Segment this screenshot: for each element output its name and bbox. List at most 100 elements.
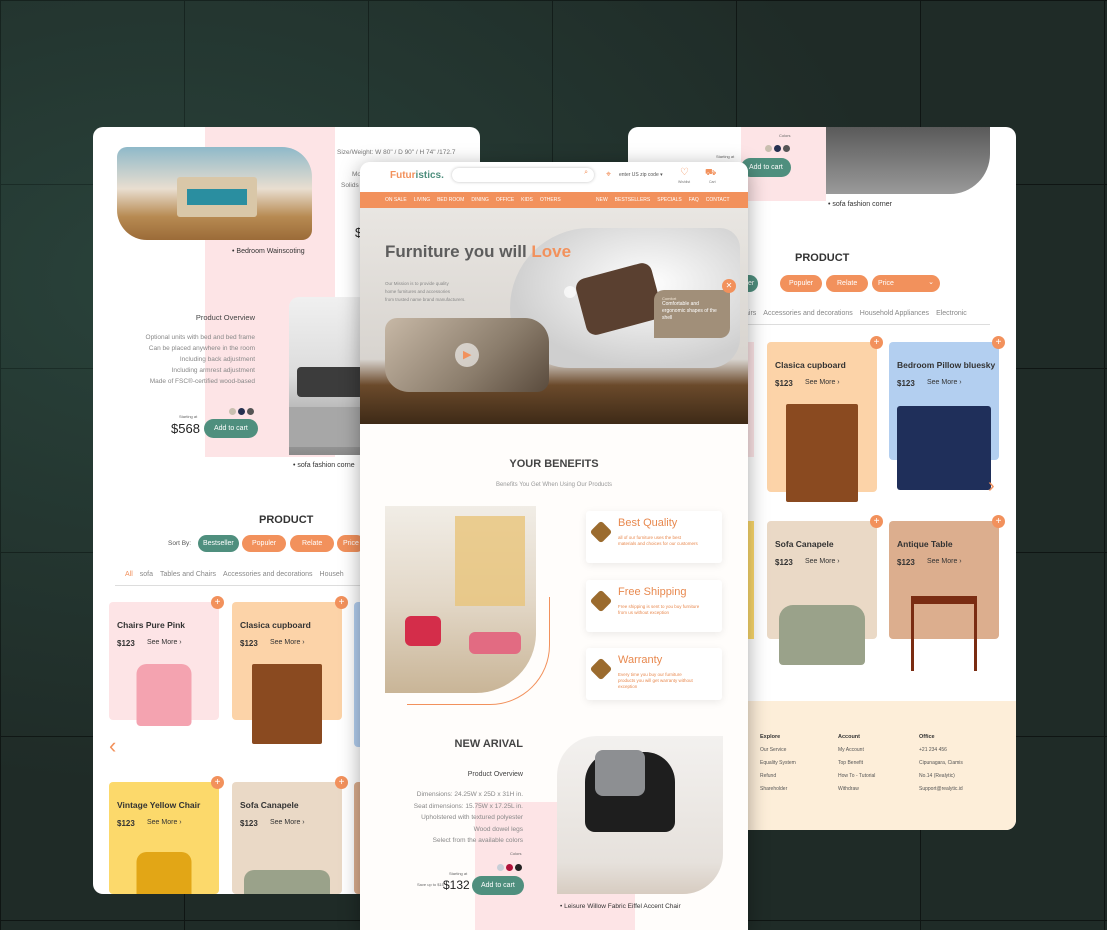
product-card[interactable]: + Bedroom Pillow bluesky $123 See More › xyxy=(889,336,1005,490)
nav-others[interactable]: OTHERS xyxy=(540,197,561,203)
tab-tables[interactable]: Tables and Chairs xyxy=(160,571,216,578)
nav-bar: ON SALE LIVING BED ROOM DINING OFFICE KIDS OTH… xyxy=(360,192,748,208)
nav-on-sale[interactable]: ON SALE xyxy=(385,197,407,203)
play-icon: ▶ xyxy=(463,349,472,361)
nav-dining[interactable]: DINING xyxy=(471,197,489,203)
tab-electronic[interactable]: Electronic xyxy=(936,310,967,317)
spec-text: Size/Weight: W 80" / D 90" / H 74" /172.… xyxy=(337,149,456,156)
antique-table-image xyxy=(911,596,977,671)
add-icon[interactable]: + xyxy=(211,776,224,789)
product-card[interactable]: + Clasica cupboard $123 See More › xyxy=(232,596,348,744)
wishlist-label: Wishlist xyxy=(678,180,691,184)
benefits-subtitle: Benefits You Get When Using Our Products xyxy=(495,482,613,488)
color-swatches[interactable] xyxy=(765,139,792,157)
nav-contact[interactable]: CONTACT xyxy=(706,197,730,203)
tab-accessories[interactable]: Accessories and decorations xyxy=(223,571,313,578)
nav-bedroom[interactable]: BED ROOM xyxy=(437,197,464,203)
cupboard-image xyxy=(786,404,858,502)
product-card[interactable]: + Clasica cupboard $123 See More › xyxy=(767,336,883,502)
add-icon[interactable]: + xyxy=(335,776,348,789)
benefit-free-shipping: Free Shipping Free shipping is sent to yo… xyxy=(586,580,722,632)
color-swatches[interactable] xyxy=(497,858,524,876)
benefit-best-quality: Best Quality all of our furniture uses th… xyxy=(586,511,722,563)
search-input[interactable]: ⌕ xyxy=(452,168,594,182)
prev-arrow[interactable]: ‹ xyxy=(109,733,116,759)
starting-at: Starting at xyxy=(449,871,468,876)
hero-description: Our Mission is to provide quality home fu… xyxy=(385,281,466,302)
sort-by-label: Sort By: xyxy=(168,540,192,547)
colors-label: Colors xyxy=(510,851,522,856)
color-swatches[interactable] xyxy=(229,402,256,420)
sofa-canapele-image xyxy=(244,870,330,894)
nav-living[interactable]: LIVING xyxy=(414,197,430,203)
add-icon[interactable]: + xyxy=(211,596,224,609)
nav-new[interactable]: NEW xyxy=(596,197,608,203)
pink-chair-image xyxy=(136,664,192,726)
tab-sofa[interactable]: sofa xyxy=(140,571,153,578)
overview-lines: Optional units with bed and bed frame Can… xyxy=(145,334,255,385)
sofa-corner-image xyxy=(826,127,990,194)
sofa-image xyxy=(289,297,369,455)
nav-kids[interactable]: KIDS xyxy=(521,197,533,203)
starting-at: Starting at xyxy=(716,154,735,159)
price: $132 xyxy=(443,878,470,892)
hero: Furniture you will Love Our Mission is t… xyxy=(360,208,748,424)
sort-relate[interactable]: Relate xyxy=(826,275,869,292)
search-icon[interactable]: ⌕ xyxy=(584,169,588,177)
product-title: PRODUCT xyxy=(795,252,850,264)
tab-accessories[interactable]: Accessories and decorations xyxy=(763,310,853,317)
video-thumbnail[interactable]: ▶ xyxy=(385,318,549,392)
add-to-cart-button[interactable]: Add to cart xyxy=(472,876,524,895)
save-text: Save up to $15 xyxy=(417,882,444,887)
zip-selector[interactable]: enter US zip code ▾ xyxy=(619,172,663,178)
product-title: PRODUCT xyxy=(259,514,314,526)
yellow-chair-image xyxy=(136,852,192,894)
comfort-tooltip: Comfort Comfortable and ergonomic shapes… xyxy=(654,290,730,338)
nav-specials[interactable]: SPECIALS xyxy=(657,197,681,203)
nav-faq[interactable]: FAQ xyxy=(689,197,699,203)
starting-at: Starting at xyxy=(179,414,198,419)
add-icon[interactable]: + xyxy=(335,596,348,609)
shipping-badge-icon xyxy=(589,589,613,613)
logo[interactable]: Futuristics. xyxy=(390,170,444,181)
sort-populer[interactable]: Populer xyxy=(780,275,823,292)
add-icon[interactable]: + xyxy=(870,336,883,349)
tab-household[interactable]: Household Appliances xyxy=(860,310,929,317)
room-outline-decoration xyxy=(407,597,550,705)
nav-office[interactable]: OFFICE xyxy=(496,197,514,203)
heart-icon[interactable]: ♡ xyxy=(680,167,689,178)
footer-office: Office +21 234 456 Cipunagara, Ciamis No.14… xyxy=(919,734,963,792)
close-icon[interactable]: ✕ xyxy=(722,279,736,293)
footer-account: Account My Account Top Benefit How To - Tut… xyxy=(838,734,876,792)
sort-price-dropdown[interactable]: Price ⌄ xyxy=(872,275,940,292)
partial-card-yellow xyxy=(748,521,754,639)
hotspot-marker[interactable] xyxy=(564,286,576,298)
category-tabs[interactable]: All sofa Tables and Chairs Accessories and … xyxy=(125,571,351,578)
nav-bestsellers[interactable]: BESTSELLERS xyxy=(615,197,651,203)
category-tabs[interactable]: airs Accessories and decorations Household… xyxy=(745,310,974,317)
cart-icon[interactable]: ⛟ xyxy=(705,167,716,179)
product-card[interactable]: + Vintage Yellow Chair $123 See More › xyxy=(109,776,224,894)
tab-all[interactable]: All xyxy=(125,571,133,578)
add-icon[interactable]: + xyxy=(870,515,883,528)
sofa-canapele-image xyxy=(779,605,865,665)
partial-card-pink xyxy=(748,342,754,457)
add-to-cart-button[interactable]: Add to cart xyxy=(741,158,791,177)
quality-badge-icon xyxy=(589,520,613,544)
play-button[interactable]: ▶ xyxy=(455,343,479,367)
product-card[interactable]: + Sofa Canapele $123 See More › xyxy=(232,776,348,894)
hero-title: Furniture you will Love xyxy=(385,242,572,261)
chevron-down-icon: ⌄ xyxy=(928,279,934,286)
sort-bestseller[interactable]: Bestseller xyxy=(198,535,239,552)
product-card[interactable]: + Chairs Pure Pink $123 See More › xyxy=(109,596,224,726)
product-card[interactable]: + Antique Table $123 See More › xyxy=(889,515,1005,671)
sort-populer[interactable]: Populer xyxy=(242,535,287,552)
add-icon[interactable]: + xyxy=(992,336,1005,349)
tab-household[interactable]: Househ xyxy=(320,571,344,578)
sort-relate[interactable]: Relate xyxy=(290,535,335,552)
add-icon[interactable]: + xyxy=(992,515,1005,528)
sofa-caption: • sofa fashion corner xyxy=(828,201,892,208)
next-arrow[interactable]: › xyxy=(988,475,995,498)
product-card[interactable]: + Sofa Canapele $123 See More › xyxy=(767,515,883,665)
add-to-cart-button[interactable]: Add to cart xyxy=(204,419,258,438)
